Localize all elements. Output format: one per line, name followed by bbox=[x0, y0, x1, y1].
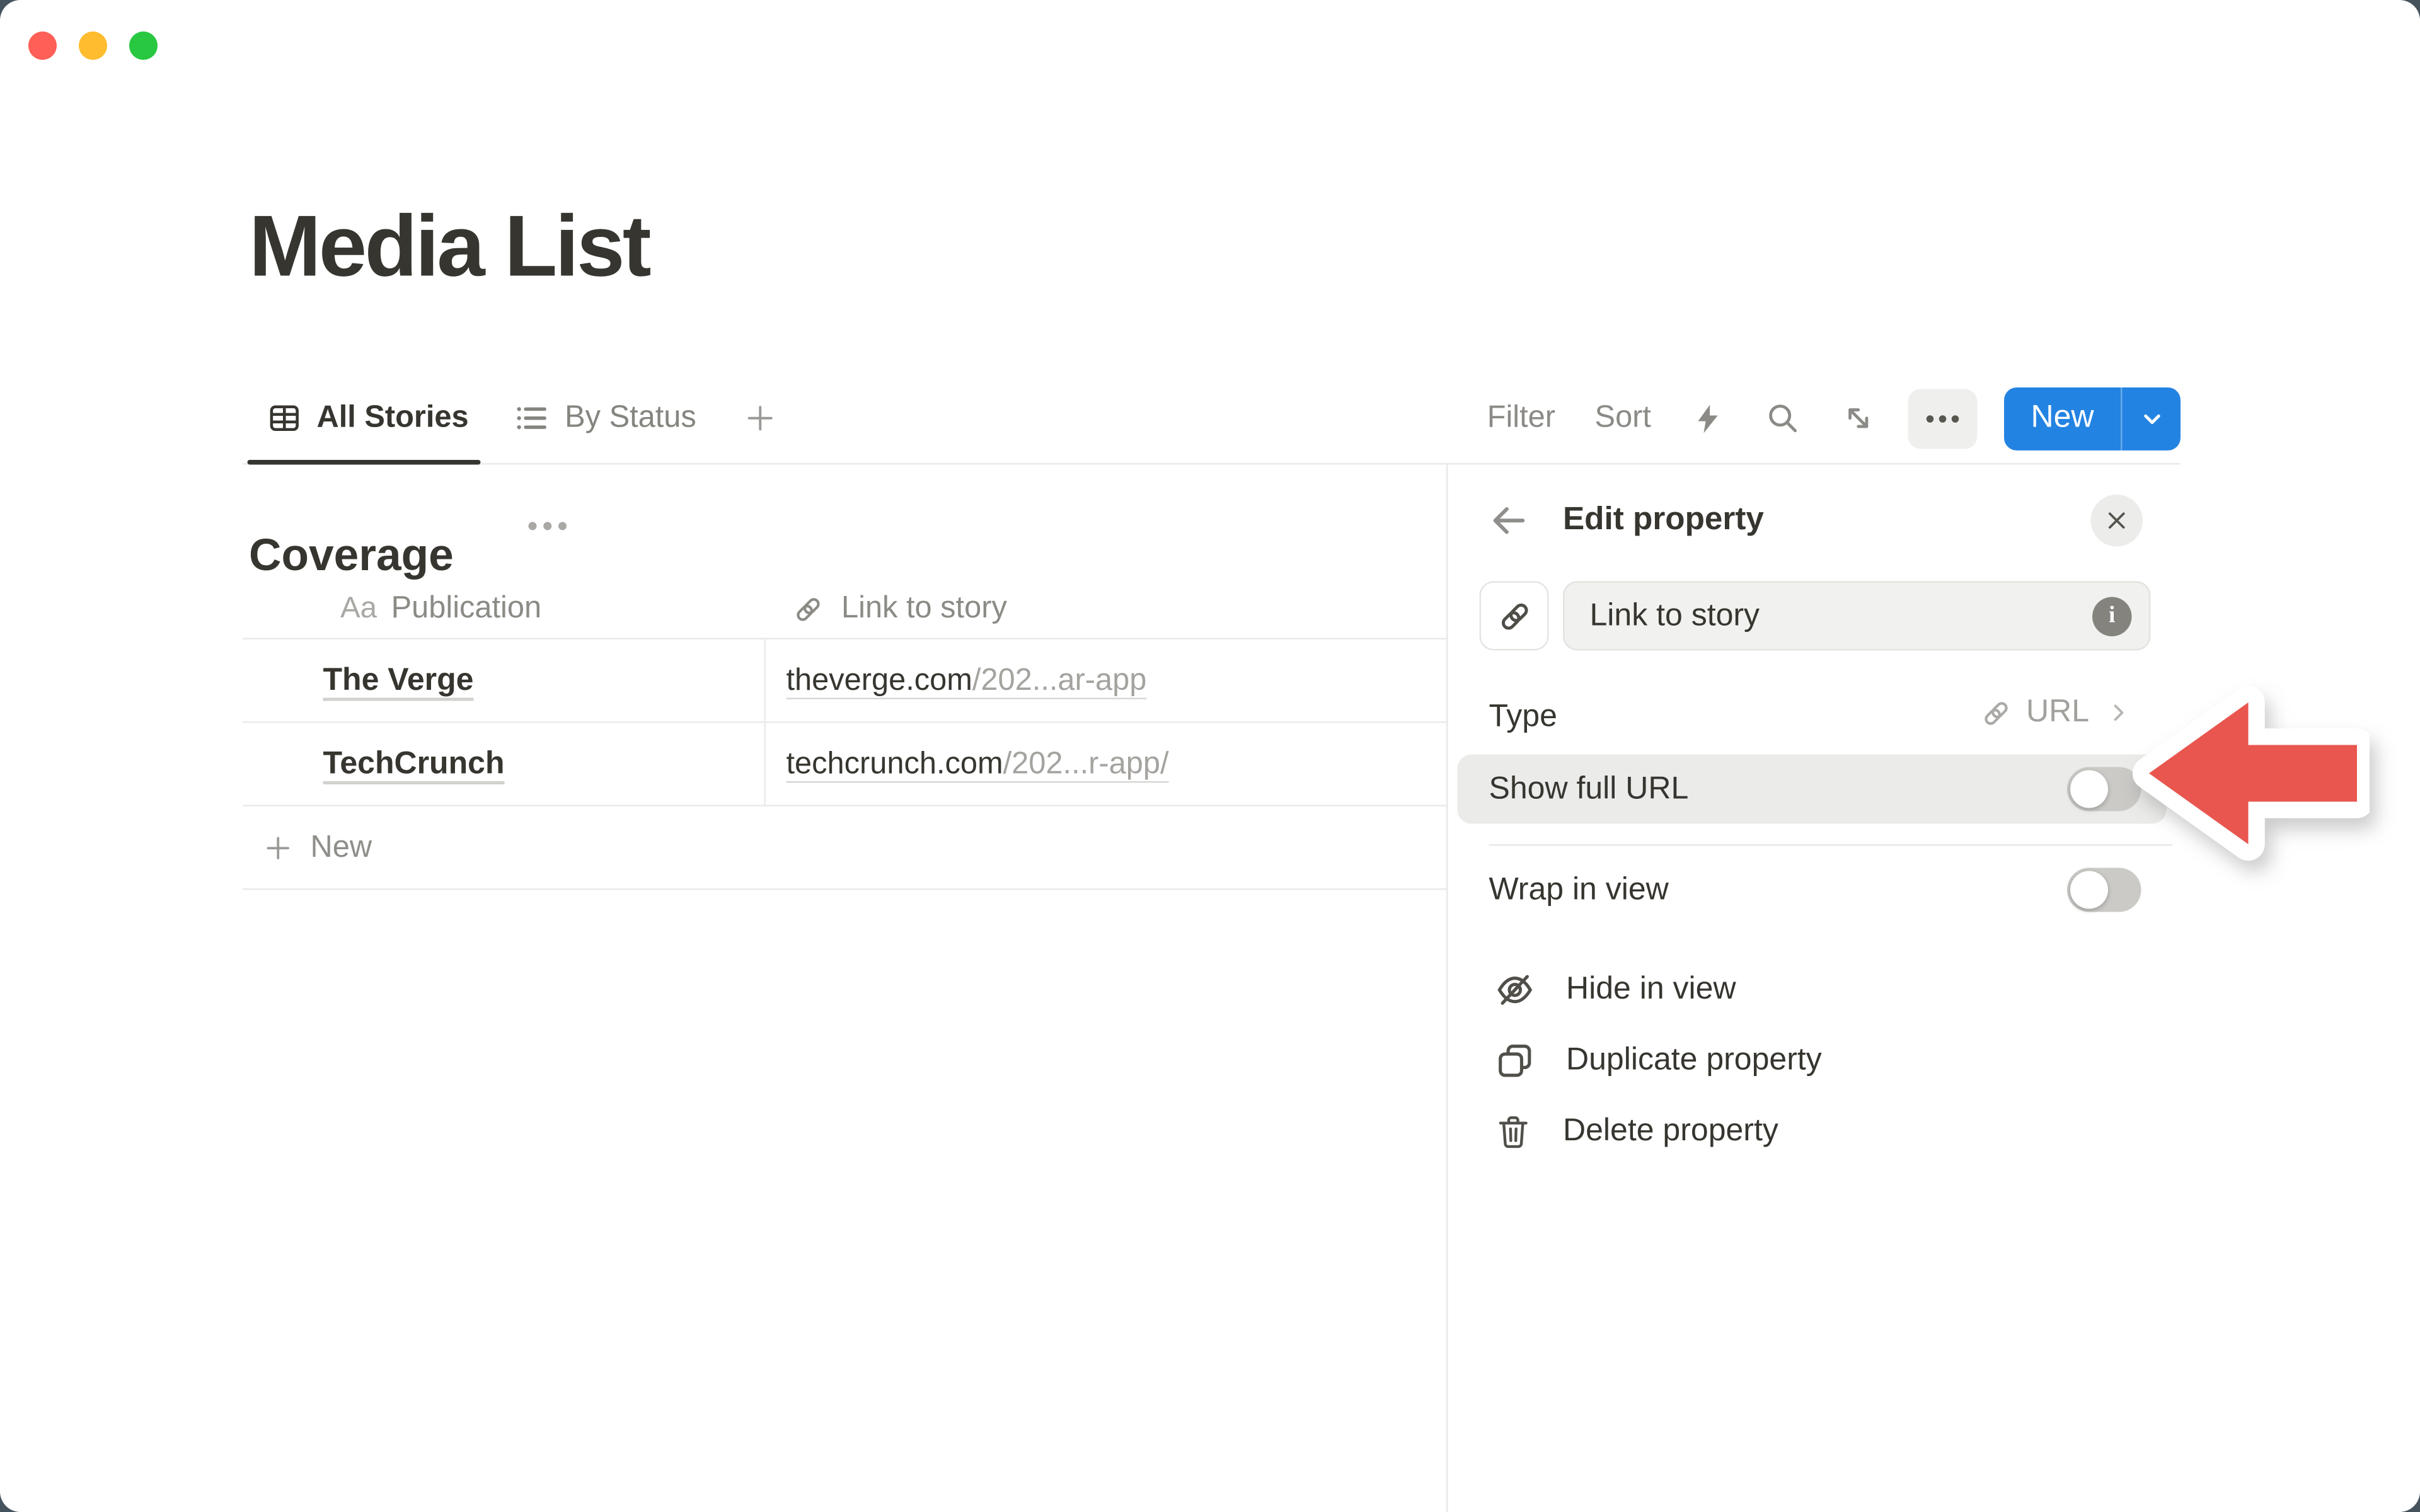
column-label: Publication bbox=[391, 591, 542, 627]
publication-cell: TechCrunch bbox=[243, 746, 764, 782]
menu-item-duplicate-property[interactable]: Duplicate property bbox=[1494, 1035, 1822, 1087]
url-link[interactable]: techcrunch.com/202...r-app/ bbox=[786, 746, 1169, 781]
panel-back-button[interactable] bbox=[1487, 500, 1530, 542]
wrap-in-view-row: Wrap in view bbox=[1458, 856, 2167, 925]
plus-icon bbox=[263, 832, 294, 862]
more-icon bbox=[1923, 412, 1961, 425]
type-row-label: Type bbox=[1489, 699, 1557, 736]
property-name-input[interactable]: Link to story i bbox=[1563, 581, 2151, 651]
lightning-icon[interactable] bbox=[1690, 401, 1725, 435]
section-title: Coverage bbox=[249, 525, 454, 585]
menu-item-label: Duplicate property bbox=[1566, 1043, 1822, 1079]
url-main: techcrunch.com bbox=[786, 746, 1003, 781]
section-more-icon[interactable] bbox=[526, 520, 569, 532]
search-icon[interactable] bbox=[1765, 400, 1801, 437]
sort-button[interactable]: Sort bbox=[1595, 400, 1651, 437]
url-cell: theverge.com/202...ar-app bbox=[764, 662, 1447, 699]
view-toolbar: Filter Sort bbox=[1487, 387, 2181, 450]
property-actions-menu: Hide in view Duplicate property bbox=[1494, 964, 1822, 1158]
info-icon[interactable]: i bbox=[2092, 596, 2132, 636]
property-type-icon-button[interactable] bbox=[1480, 581, 1549, 651]
duplicate-icon bbox=[1494, 1040, 1536, 1082]
panel-title: Edit property bbox=[1563, 501, 1764, 539]
new-dropdown-button[interactable] bbox=[2121, 387, 2181, 450]
table-row: The Verge theverge.com/202...ar-app bbox=[243, 639, 1446, 723]
menu-item-delete-property[interactable]: Delete property bbox=[1494, 1106, 1822, 1158]
expand-icon[interactable] bbox=[1840, 400, 1877, 437]
app-window: Media List All Stories bbox=[0, 0, 2420, 1512]
window-controls bbox=[28, 32, 158, 60]
page-link[interactable]: The Verge bbox=[323, 662, 474, 697]
add-view-button[interactable] bbox=[737, 396, 783, 442]
link-icon bbox=[1494, 596, 1534, 636]
show-full-url-label: Show full URL bbox=[1489, 771, 1689, 808]
menu-item-hide-in-view[interactable]: Hide in view bbox=[1494, 964, 1822, 1016]
column-header-link-to-story[interactable]: Link to story bbox=[764, 591, 1447, 627]
new-button[interactable]: New bbox=[2004, 387, 2121, 450]
filter-button[interactable]: Filter bbox=[1487, 400, 1555, 437]
menu-item-label: Hide in view bbox=[1566, 972, 1736, 1009]
property-name-value: Link to story bbox=[1590, 598, 1760, 634]
url-cell: techcrunch.com/202...r-app/ bbox=[764, 746, 1447, 782]
tab-label: All Stories bbox=[317, 400, 469, 437]
type-value: URL bbox=[2026, 695, 2089, 731]
link-icon bbox=[1979, 696, 2014, 730]
view-tab-bar: All Stories By Status bbox=[243, 374, 2181, 465]
trash-icon bbox=[1494, 1112, 1533, 1152]
plus-icon bbox=[744, 402, 777, 435]
link-icon bbox=[791, 592, 826, 626]
wrap-in-view-toggle[interactable] bbox=[2067, 868, 2141, 912]
desktop-background: Media List All Stories bbox=[0, 0, 2420, 1512]
column-label: Link to story bbox=[841, 591, 1007, 627]
chevron-down-icon bbox=[2137, 404, 2165, 432]
type-selector[interactable]: URL bbox=[1979, 695, 2130, 731]
panel-close-button[interactable] bbox=[2091, 495, 2143, 547]
table-icon bbox=[267, 400, 303, 437]
column-divider[interactable] bbox=[764, 639, 766, 806]
minimize-window-button[interactable] bbox=[79, 32, 107, 60]
url-truncated: /202...ar-app bbox=[972, 662, 1146, 697]
close-window-button[interactable] bbox=[28, 32, 57, 60]
wrap-in-view-label: Wrap in view bbox=[1489, 872, 1669, 908]
close-icon bbox=[2105, 509, 2129, 533]
chevron-right-icon bbox=[2107, 701, 2131, 725]
table-header-row: Aa Publication Link to story bbox=[243, 580, 1446, 639]
table-row: TechCrunch techcrunch.com/202...r-app/ bbox=[243, 723, 1446, 807]
add-row-label: New bbox=[311, 829, 372, 866]
url-link[interactable]: theverge.com/202...ar-app bbox=[786, 662, 1147, 697]
show-full-url-row: Show full URL bbox=[1458, 755, 2167, 824]
page-link[interactable]: TechCrunch bbox=[323, 746, 505, 781]
publication-cell: The Verge bbox=[243, 662, 764, 699]
view-tabs: All Stories By Status bbox=[243, 374, 783, 464]
eye-off-icon bbox=[1494, 969, 1536, 1012]
zoom-window-button[interactable] bbox=[129, 32, 158, 60]
menu-item-label: Delete property bbox=[1563, 1114, 1778, 1150]
url-main: theverge.com bbox=[786, 662, 972, 697]
add-row-button[interactable]: New bbox=[243, 806, 1446, 890]
url-truncated: /202...r-app/ bbox=[1003, 746, 1169, 781]
back-arrow-icon bbox=[1487, 500, 1530, 542]
tab-all-stories[interactable]: All Stories bbox=[243, 374, 491, 464]
tab-by-status[interactable]: By Status bbox=[491, 374, 718, 464]
annotation-arrow-left bbox=[2130, 674, 2370, 873]
tab-label: By Status bbox=[565, 400, 696, 437]
text-property-icon: Aa bbox=[340, 592, 377, 626]
new-button-group: New bbox=[2004, 387, 2181, 450]
page-title: Media List bbox=[249, 193, 649, 297]
column-header-publication[interactable]: Aa Publication bbox=[243, 591, 764, 627]
list-icon bbox=[514, 400, 551, 437]
panel-divider bbox=[1446, 463, 1448, 1512]
view-options-button[interactable] bbox=[1908, 388, 1977, 448]
panel-section-divider bbox=[1489, 844, 2173, 846]
